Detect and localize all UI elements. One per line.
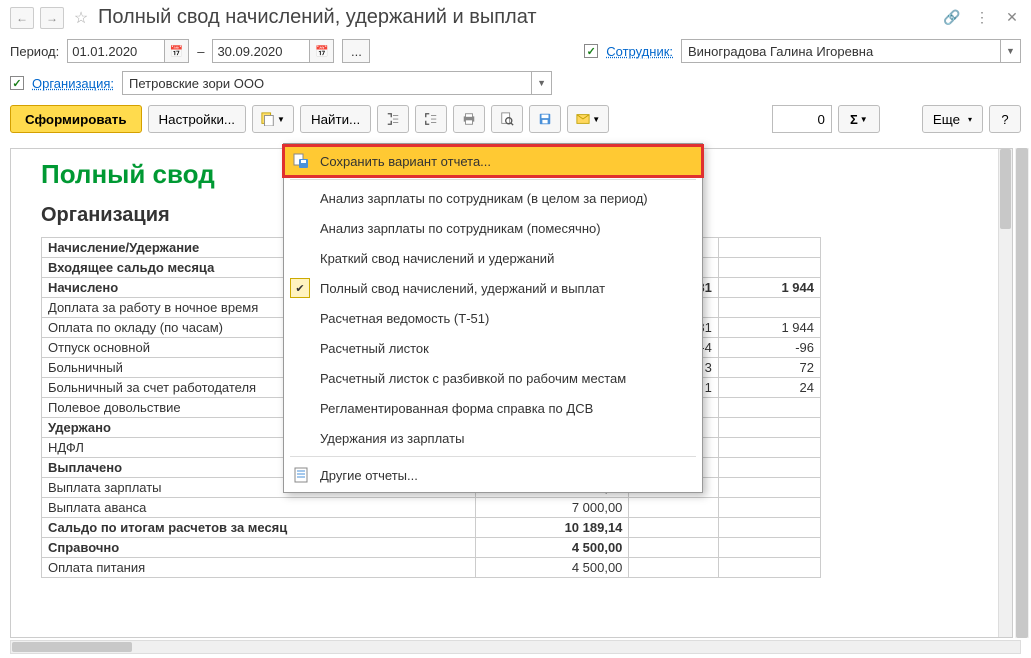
tree-toggle[interactable]: − [10, 424, 11, 437]
help-button[interactable]: ? [989, 105, 1021, 133]
table-row: Справочно4 500,00 [42, 538, 821, 558]
menu-item[interactable]: Анализ зарплаты по сотрудникам (в целом … [284, 183, 702, 213]
menu-item[interactable]: Краткий свод начислений и удержаний [284, 243, 702, 273]
close-icon[interactable]: ✕ [1003, 9, 1021, 27]
date-to-input[interactable]: 30.09.2020 [212, 39, 310, 63]
nav-back-button[interactable]: ← [10, 7, 34, 29]
collapse-groups-button[interactable] [415, 105, 447, 133]
check-icon: ✔ [290, 278, 310, 298]
employee-checkbox[interactable]: ✓ [584, 44, 598, 58]
period-picker-button[interactable]: ... [342, 39, 370, 63]
print-button[interactable] [453, 105, 485, 133]
report-list-icon [292, 466, 310, 484]
report-hscrollbar[interactable] [10, 640, 1021, 654]
form-report-button[interactable]: Сформировать [10, 105, 142, 133]
outer-vscrollbar[interactable] [1015, 148, 1029, 638]
table-row: Сальдо по итогам расчетов за месяц10 189… [42, 518, 821, 538]
chevron-down-icon[interactable]: ▼ [531, 72, 551, 94]
menu-item[interactable]: Расчетный листок с разбивкой по рабочим … [284, 363, 702, 393]
employee-label[interactable]: Сотрудник: [606, 44, 673, 59]
page-number-input[interactable] [772, 105, 832, 133]
preview-button[interactable] [491, 105, 523, 133]
menu-save-variant[interactable]: Сохранить вариант отчета... [284, 146, 702, 176]
kebab-menu-icon[interactable]: ⋮ [973, 9, 991, 27]
date-to-calendar-icon[interactable]: 📅 [310, 39, 334, 63]
link-icon[interactable]: 🔗 [943, 9, 961, 27]
table-row: Выплата аванса7 000,00 [42, 498, 821, 518]
menu-item[interactable]: Удержания из зарплаты [284, 423, 702, 453]
menu-item[interactable]: Расчетная ведомость (Т-51) [284, 303, 702, 333]
org-checkbox[interactable]: ✓ [10, 76, 24, 90]
org-combo[interactable]: Петровские зори ООО ▼ [122, 71, 552, 95]
report-variant-dropdown-button[interactable]: ▼ [252, 105, 294, 133]
menu-item[interactable]: Регламентированная форма справка по ДСВ [284, 393, 702, 423]
menu-item-checked[interactable]: ✔ Полный свод начислений, удержаний и вы… [284, 273, 702, 303]
settings-button[interactable]: Настройки... [148, 105, 246, 133]
find-button[interactable]: Найти... [300, 105, 371, 133]
tree-toggle[interactable]: − [10, 522, 11, 535]
tree-toggle[interactable]: − [10, 293, 11, 306]
window-title: Полный свод начислений, удержаний и выпл… [98, 6, 931, 29]
org-label[interactable]: Организация: [32, 76, 114, 91]
save-variant-icon [292, 152, 310, 170]
menu-other-reports[interactable]: Другие отчеты... [284, 460, 702, 490]
nav-forward-button[interactable]: → [40, 7, 64, 29]
expand-groups-button[interactable] [377, 105, 409, 133]
date-from-calendar-icon[interactable]: 📅 [165, 39, 189, 63]
table-row: Оплата питания4 500,00 [42, 558, 821, 578]
menu-item[interactable]: Расчетный листок [284, 333, 702, 363]
chevron-down-icon[interactable]: ▼ [1000, 40, 1020, 62]
email-dropdown-button[interactable]: ▼ [567, 105, 609, 133]
tree-toggle[interactable]: − [10, 463, 11, 476]
date-from-input[interactable]: 01.01.2020 [67, 39, 165, 63]
period-label: Период: [10, 44, 59, 59]
sigma-dropdown-button[interactable]: Σ▼ [838, 105, 880, 133]
report-variant-menu: Сохранить вариант отчета... Анализ зарпл… [283, 143, 703, 493]
employee-combo[interactable]: Виноградова Галина Игоревна ▼ [681, 39, 1021, 63]
dash-label: – [197, 44, 204, 59]
more-button[interactable]: Еще▾ [922, 105, 983, 133]
save-button[interactable] [529, 105, 561, 133]
report-vscrollbar[interactable] [998, 149, 1012, 637]
favorite-star-icon[interactable]: ☆ [70, 7, 92, 29]
menu-item[interactable]: Анализ зарплаты по сотрудникам (помесячн… [284, 213, 702, 243]
